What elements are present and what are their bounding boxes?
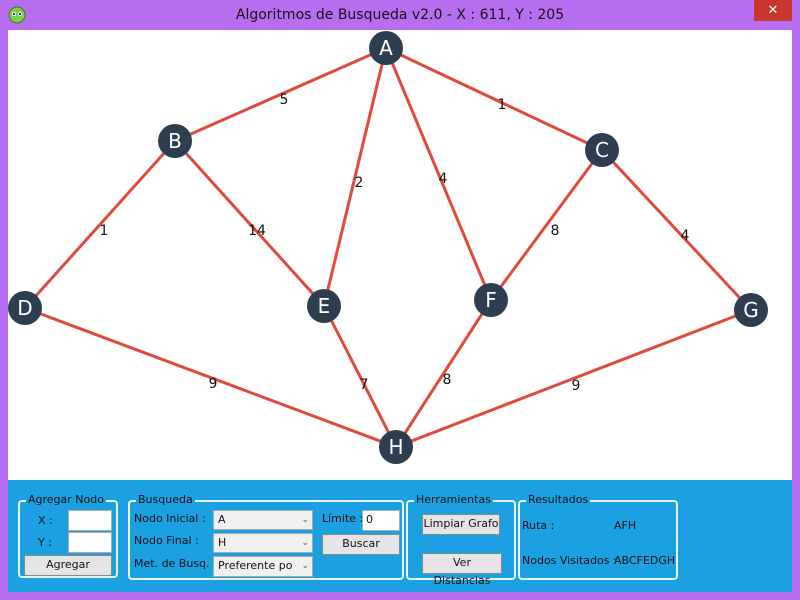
graph-svg: 5 1 2 4 1 14 8 4 9 7 8 9 A B C D E F G H bbox=[8, 31, 768, 464]
node-label: E bbox=[318, 294, 331, 318]
busqueda-group: Busqueda Nodo Inicial : A ⌄ Nodo Final :… bbox=[128, 493, 404, 580]
nodo-inicial-label: Nodo Inicial : bbox=[134, 512, 206, 525]
ruta-label: Ruta : bbox=[522, 519, 555, 532]
edge-weight-F-H: 8 bbox=[443, 372, 452, 388]
node-B[interactable]: B bbox=[158, 124, 192, 158]
control-panel: Agregar Nodo X : Y : Agregar Busqueda No… bbox=[8, 480, 792, 592]
ver-distancias-button[interactable]: Ver Distancias bbox=[422, 553, 502, 587]
edge-weight-C-G: 4 bbox=[681, 228, 690, 244]
edge-weight-E-H: 7 bbox=[360, 377, 369, 393]
node-label: B bbox=[168, 129, 182, 153]
node-F[interactable]: F bbox=[474, 283, 508, 317]
y-label: Y : bbox=[38, 536, 52, 549]
title-bar: Algoritmos de Busqueda v2.0 - X : 611, Y… bbox=[0, 0, 800, 30]
node-label: G bbox=[743, 298, 759, 322]
nodo-final-select[interactable]: H ⌄ bbox=[213, 533, 313, 553]
edge-weight-D-H: 9 bbox=[209, 376, 218, 392]
node-E[interactable]: E bbox=[307, 289, 341, 323]
agregar-button[interactable]: Agregar bbox=[24, 555, 112, 576]
nodo-inicial-value: A bbox=[218, 513, 226, 526]
edge-weight-A-B: 5 bbox=[280, 92, 289, 108]
node-label: C bbox=[595, 138, 609, 162]
limite-input[interactable]: 0 bbox=[362, 510, 400, 531]
close-button[interactable]: ✕ bbox=[754, 0, 792, 21]
x-label: X : bbox=[38, 514, 53, 527]
node-label: F bbox=[485, 288, 497, 312]
nodo-inicial-select[interactable]: A ⌄ bbox=[213, 510, 313, 530]
metodo-value: Preferente po bbox=[218, 559, 293, 572]
edge-weight-G-H: 9 bbox=[572, 378, 581, 394]
chevron-down-icon: ⌄ bbox=[301, 515, 309, 525]
buscar-button[interactable]: Buscar bbox=[322, 534, 400, 555]
chevron-down-icon: ⌄ bbox=[301, 561, 309, 571]
agregar-nodo-group: Agregar Nodo X : Y : Agregar bbox=[18, 493, 118, 578]
visitados-label: Nodos Visitados : bbox=[522, 554, 617, 567]
x-input[interactable] bbox=[68, 510, 112, 531]
ruta-value: AFH bbox=[614, 519, 637, 532]
edge-weight-C-F: 8 bbox=[551, 223, 560, 239]
edge-A-C bbox=[385, 46, 603, 152]
edge-weight-B-E: 14 bbox=[248, 223, 266, 239]
node-label: A bbox=[379, 36, 393, 60]
edge-weight-A-F: 4 bbox=[439, 171, 448, 187]
graph-canvas[interactable]: 5 1 2 4 1 14 8 4 9 7 8 9 A B C D E F G H bbox=[8, 30, 792, 480]
limpiar-grafo-button[interactable]: Limpiar Grafo bbox=[422, 514, 500, 535]
y-input[interactable] bbox=[68, 532, 112, 553]
edge-weight-A-E: 2 bbox=[355, 175, 364, 191]
node-A[interactable]: A bbox=[369, 31, 403, 65]
node-D[interactable]: D bbox=[8, 291, 42, 325]
metodo-select[interactable]: Preferente po ⌄ bbox=[213, 556, 313, 577]
edge-weight-A-C: 1 bbox=[498, 97, 507, 113]
edge-C-F bbox=[489, 149, 604, 301]
agregar-nodo-legend: Agregar Nodo bbox=[26, 493, 106, 507]
close-icon: ✕ bbox=[767, 3, 779, 18]
busqueda-legend: Busqueda bbox=[136, 493, 195, 507]
chevron-down-icon: ⌄ bbox=[301, 538, 309, 548]
edge-weight-B-D: 1 bbox=[100, 223, 109, 239]
limite-label: Límite : bbox=[322, 512, 364, 525]
node-C[interactable]: C bbox=[585, 133, 619, 167]
herramientas-group: Herramientas Limpiar Grafo Ver Distancia… bbox=[406, 493, 516, 587]
edge-C-G bbox=[600, 148, 753, 312]
node-G[interactable]: G bbox=[734, 293, 768, 327]
resultados-legend: Resultados bbox=[526, 493, 591, 507]
visitados-value: ABCFEDGH bbox=[614, 554, 676, 567]
herramientas-legend: Herramientas bbox=[414, 493, 493, 507]
window-title: Algoritmos de Busqueda v2.0 - X : 611, Y… bbox=[235, 7, 565, 23]
node-label: H bbox=[388, 435, 403, 459]
node-label: D bbox=[17, 296, 32, 320]
nodo-final-label: Nodo Final : bbox=[134, 534, 199, 547]
nodo-final-value: H bbox=[218, 536, 227, 549]
resultados-group: Resultados Ruta : AFH Nodos Visitados : … bbox=[518, 493, 678, 580]
node-H[interactable]: H bbox=[379, 430, 413, 464]
metodo-label: Met. de Busq. : bbox=[134, 557, 217, 570]
